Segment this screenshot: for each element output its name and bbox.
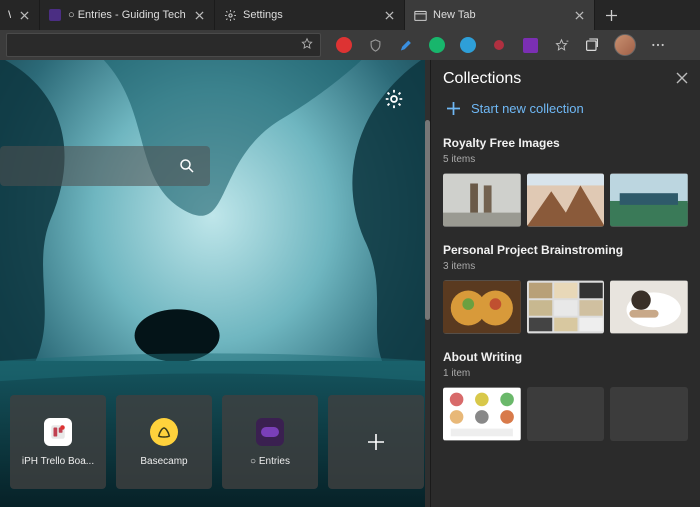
close-panel-button[interactable]	[676, 72, 688, 87]
star-icon[interactable]	[300, 37, 314, 54]
thumb-empty	[527, 387, 605, 441]
shield-icon[interactable]	[366, 36, 384, 54]
thumb	[443, 280, 521, 334]
highlight-icon[interactable]	[397, 36, 415, 54]
tab-title: Web	[8, 9, 11, 21]
favicon-icon	[48, 8, 62, 22]
quick-links: iPH Trello Boa... Basecamp ○ Entries	[0, 395, 424, 489]
start-label: Start new collection	[471, 101, 584, 116]
thumb	[610, 280, 688, 334]
start-new-collection[interactable]: Start new collection	[445, 100, 688, 116]
tile-trello[interactable]: iPH Trello Boa...	[10, 395, 106, 489]
close-icon[interactable]	[17, 8, 31, 22]
tile-label: iPH Trello Boa...	[22, 456, 94, 467]
collection-name: Royalty Free Images	[443, 136, 688, 150]
browser-window: Web ○ Entries - Guiding Tech Settings	[0, 0, 700, 507]
toolbar-icons	[325, 34, 694, 56]
collection-count: 3 items	[443, 261, 688, 272]
grammarly-icon[interactable]	[428, 36, 446, 54]
new-tab-page: iPH Trello Boa... Basecamp ○ Entries	[0, 60, 425, 507]
tile-basecamp[interactable]: Basecamp	[116, 395, 212, 489]
tab-1[interactable]: ○ Entries - Guiding Tech	[40, 0, 215, 30]
tile-icon	[44, 418, 72, 446]
panel-header: Collections	[443, 70, 688, 88]
close-icon[interactable]	[192, 8, 206, 22]
plus-icon	[362, 428, 390, 456]
search-box[interactable]	[0, 146, 210, 186]
collection-count: 1 item	[443, 368, 688, 379]
collection-thumbs	[443, 280, 688, 334]
page-settings-button[interactable]	[383, 88, 405, 113]
content-area: iPH Trello Boa... Basecamp ○ Entries	[0, 60, 700, 507]
tile-icon	[256, 418, 284, 446]
thumb	[527, 280, 605, 334]
extension-g-icon[interactable]	[459, 36, 477, 54]
collection-thumbs	[443, 173, 688, 227]
tile-icon	[150, 418, 178, 446]
gear-icon	[223, 8, 237, 22]
panel-title: Collections	[443, 70, 521, 88]
scrollbar-thumb[interactable]	[425, 120, 430, 320]
address-bar[interactable]	[6, 33, 321, 57]
extension-dot-icon[interactable]	[490, 36, 508, 54]
adblock-icon[interactable]	[335, 36, 353, 54]
toolbar	[0, 30, 700, 60]
collection-name: About Writing	[443, 350, 688, 364]
close-icon[interactable]	[382, 8, 396, 22]
collection-item[interactable]: About Writing 1 item	[443, 350, 688, 441]
newtab-icon	[413, 8, 427, 22]
thumb	[610, 173, 688, 227]
new-tab-button[interactable]	[595, 0, 627, 30]
collections-panel: Collections Start new collection Royalty…	[430, 60, 700, 507]
collection-count: 5 items	[443, 154, 688, 165]
favorites-icon[interactable]	[552, 36, 570, 54]
thumb	[443, 173, 521, 227]
tab-title: New Tab	[433, 9, 566, 21]
collection-item[interactable]: Royalty Free Images 5 items	[443, 136, 688, 227]
collection-thumbs	[443, 387, 688, 441]
scrollbar[interactable]	[425, 60, 430, 507]
tab-3[interactable]: New Tab	[405, 0, 595, 30]
thumb-empty	[610, 387, 688, 441]
plus-icon	[445, 100, 461, 116]
tile-entries[interactable]: ○ Entries	[222, 395, 318, 489]
thumb	[527, 173, 605, 227]
tab-title: ○ Entries - Guiding Tech	[68, 9, 186, 21]
onenote-icon[interactable]	[521, 36, 539, 54]
thumb	[443, 387, 521, 441]
tile-label: Basecamp	[140, 456, 187, 467]
profile-avatar[interactable]	[614, 34, 636, 56]
tab-title: Settings	[243, 9, 376, 21]
collections-icon[interactable]	[583, 36, 601, 54]
tab-0[interactable]: Web	[0, 0, 40, 30]
collection-item[interactable]: Personal Project Brainstroming 3 items	[443, 243, 688, 334]
close-icon[interactable]	[572, 8, 586, 22]
tile-label: ○ Entries	[250, 456, 290, 467]
search-icon	[178, 157, 196, 175]
collection-name: Personal Project Brainstroming	[443, 243, 688, 257]
more-icon[interactable]	[649, 36, 667, 54]
tab-2[interactable]: Settings	[215, 0, 405, 30]
add-tile-button[interactable]	[328, 395, 424, 489]
tab-strip: Web ○ Entries - Guiding Tech Settings	[0, 0, 700, 30]
